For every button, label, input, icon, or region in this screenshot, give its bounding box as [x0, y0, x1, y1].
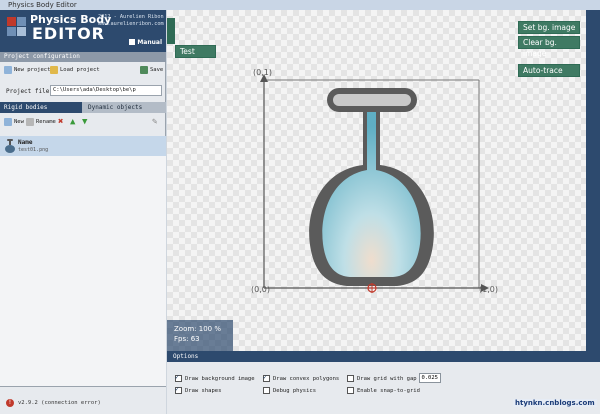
draw-shapes-checkbox[interactable]: [175, 385, 182, 394]
debug-physics-option[interactable]: Debug physics: [263, 387, 316, 394]
new-file-icon: [4, 66, 12, 74]
axis-label-x: (1,0): [479, 285, 498, 294]
status-bar: ! v2.9.2 (connection error): [0, 386, 166, 414]
add-icon: [4, 118, 12, 126]
app-window: Physics Body Editor Physics Body EDITOR …: [0, 0, 600, 414]
flask-liquid-shape: [322, 110, 421, 277]
right-scrollbar[interactable]: [586, 10, 600, 351]
delete-icon: ✖: [58, 117, 64, 127]
options-header: Options: [167, 351, 600, 362]
clear-bg-image-button[interactable]: Clear bg. image: [518, 36, 580, 58]
set-bg-image-button[interactable]: Set bg. image: [518, 21, 580, 34]
save-button[interactable]: Save: [140, 64, 163, 76]
tab-rigid-bodies[interactable]: Rigid bodies: [0, 102, 82, 113]
draw-shapes-option[interactable]: Draw shapes: [175, 385, 221, 394]
project-config-header: Project configuration: [0, 52, 166, 62]
left-panel: Physics Body EDITOR 2012 - Aurelien Ribo…: [0, 10, 166, 414]
editor-canvas[interactable]: (0,1) (0,0) (1,0): [167, 10, 586, 351]
logo-editor: EDITOR: [32, 24, 105, 43]
arrow-down-icon: ▼: [82, 117, 88, 127]
debug-physics-checkbox[interactable]: [263, 387, 270, 394]
draw-grid-option[interactable]: Draw grid with gap: [347, 375, 417, 382]
rename-icon: [26, 118, 34, 126]
project-file-field[interactable]: C:\Users\ada\Desktop\be\p: [50, 85, 162, 96]
arrow-up-icon: ▲: [70, 117, 76, 127]
draw-convex-checkbox[interactable]: [263, 373, 270, 382]
draw-bg-checkbox[interactable]: [175, 373, 182, 382]
flask-thumbnail-icon: [5, 139, 15, 153]
draw-convex-option[interactable]: Draw convex polygons: [263, 373, 339, 382]
watermark-text: htynkn.cnblogs.com: [513, 399, 597, 407]
bodies-toolbar: New Rename ✖ ▲ ▼ ✎: [0, 116, 166, 128]
zoom-info: Zoom: 100 % Fps: 63: [167, 320, 233, 351]
logo-credit: 2012 - Aurelien Ribon www.aurelienribon.…: [98, 14, 164, 27]
rename-body-button[interactable]: Rename: [26, 116, 56, 128]
edit-body-button[interactable]: ✎: [152, 116, 157, 128]
window-titlebar: Physics Body Editor: [0, 0, 600, 10]
list-item[interactable]: Name test01.png: [0, 136, 166, 156]
project-toolbar: New project Load project Save: [0, 64, 166, 76]
book-icon: [129, 39, 136, 45]
snap-grid-checkbox[interactable]: [347, 387, 354, 394]
tab-dynamic-objects[interactable]: Dynamic objects: [84, 102, 166, 113]
auto-trace-button[interactable]: Auto-trace: [518, 64, 580, 77]
delete-body-button[interactable]: ✖: [58, 116, 63, 128]
error-icon: !: [6, 399, 14, 407]
bodies-list: Name test01.png: [0, 136, 166, 386]
draw-bg-option[interactable]: Draw background image: [175, 373, 255, 382]
new-body-button[interactable]: New: [4, 116, 24, 128]
app-header: Physics Body EDITOR 2012 - Aurelien Ribo…: [0, 10, 166, 52]
snap-grid-option[interactable]: Enable snap-to-grid: [347, 387, 420, 394]
save-icon: [140, 66, 148, 74]
status-text: v2.9.2 (connection error): [18, 400, 101, 406]
grid-gap-input[interactable]: 0.025: [419, 373, 441, 383]
new-project-button[interactable]: New project: [4, 64, 50, 76]
test-button[interactable]: Test: [175, 45, 216, 58]
folder-icon: [50, 66, 58, 74]
axis-label-origin: (0,0): [251, 285, 270, 294]
mode-strip: [167, 18, 175, 44]
logo-cube-icon: [7, 17, 26, 36]
canvas-drawing: [260, 74, 489, 293]
manual-button[interactable]: Manual: [129, 39, 162, 46]
move-up-button[interactable]: ▲: [70, 116, 75, 128]
pencil-icon: ✎: [152, 117, 158, 127]
body-tabs: Rigid bodies Dynamic objects: [0, 102, 166, 113]
draw-grid-checkbox[interactable]: [347, 375, 354, 382]
flask-stopper-inner: [333, 94, 411, 106]
project-file-label: Project file:: [6, 88, 53, 95]
load-project-button[interactable]: Load project: [50, 64, 100, 76]
axis-label-y: (0,1): [253, 68, 272, 77]
move-down-button[interactable]: ▼: [82, 116, 87, 128]
